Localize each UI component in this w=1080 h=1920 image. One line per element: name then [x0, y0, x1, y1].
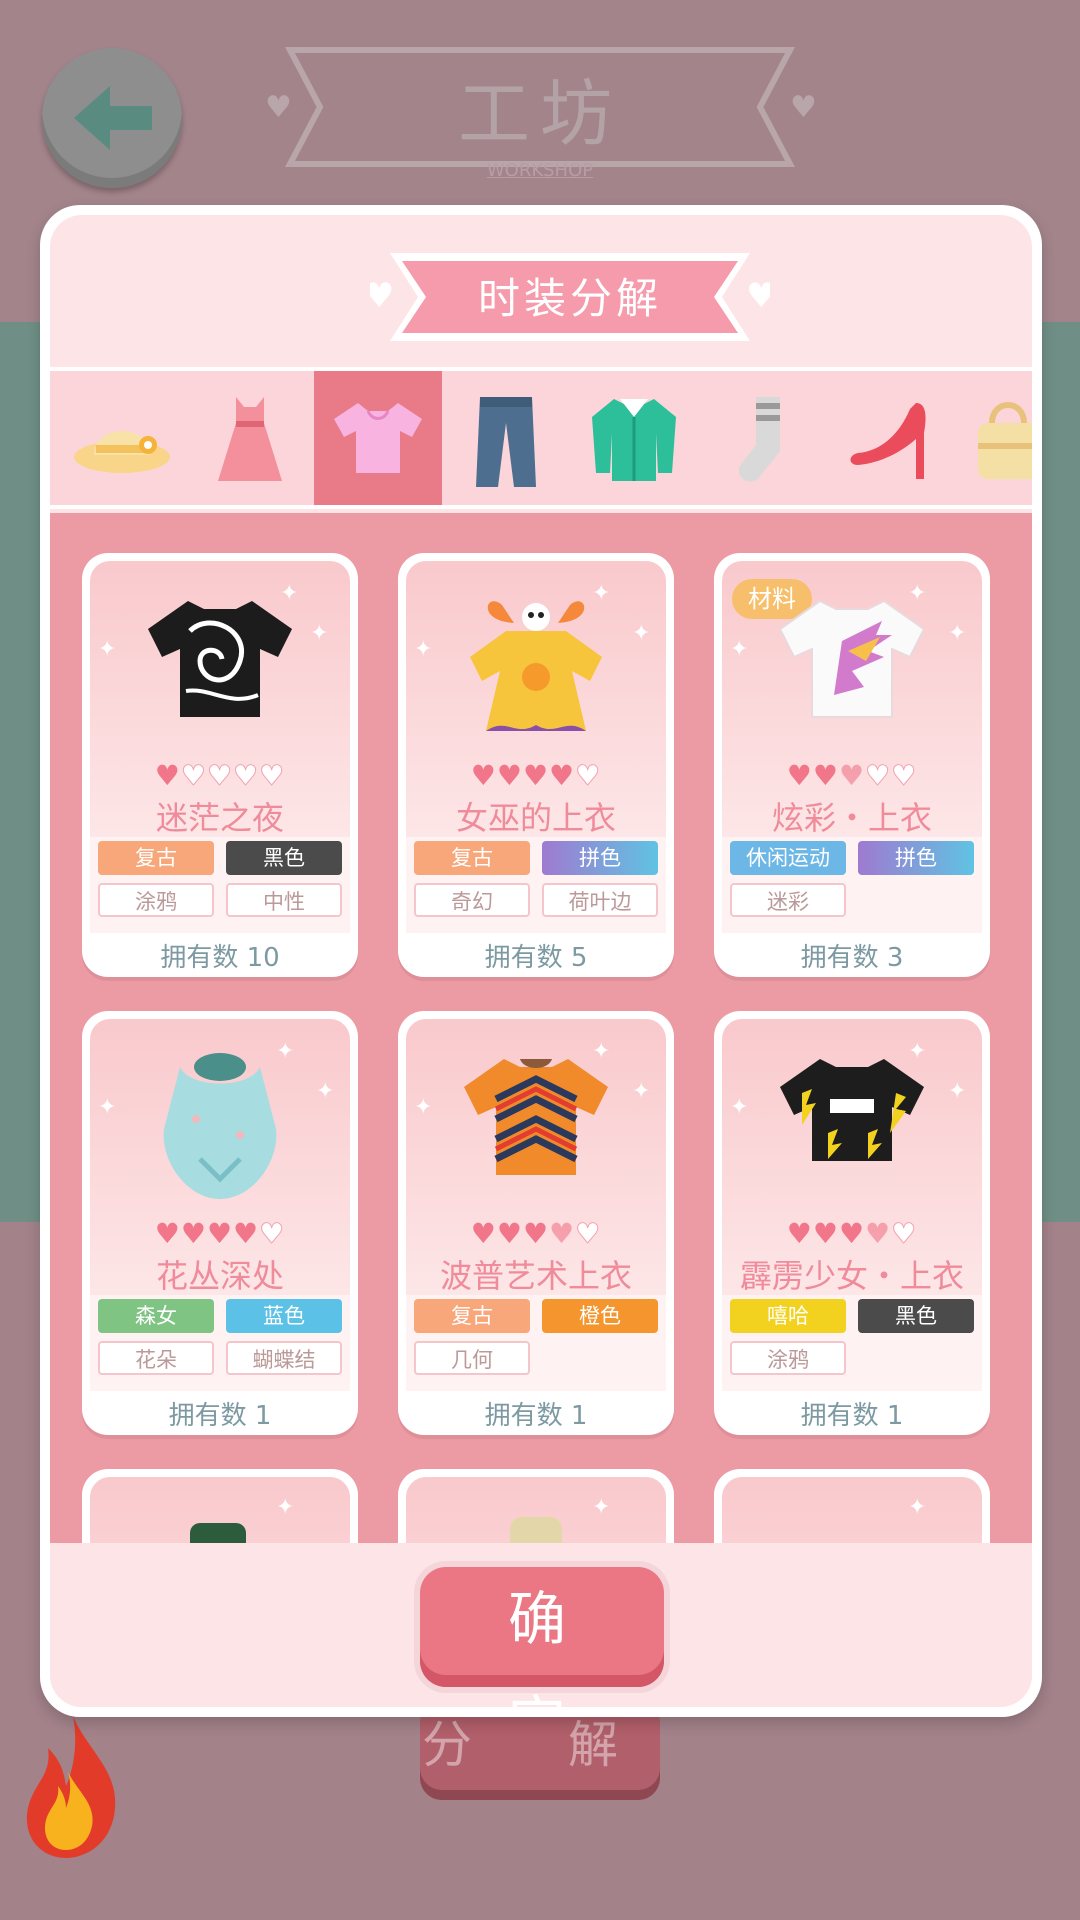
garment-image [163, 1053, 277, 1199]
owned-count: 拥有数 5 [484, 943, 588, 973]
tag-badge: 蝴蝶结 [226, 1341, 342, 1375]
sock-icon [738, 397, 780, 482]
tag-badge: 森女 [98, 1299, 214, 1333]
rating-hearts: ♥♥♥♥♥ [154, 759, 286, 793]
confirm-button[interactable]: 确 定 [420, 1567, 664, 1707]
tab-shoes[interactable] [826, 371, 954, 505]
tab-top[interactable] [314, 371, 442, 505]
tag-badge: 蓝色 [226, 1299, 342, 1333]
tag-badge: 橙色 [542, 1299, 658, 1333]
tag-badge: 拼色 [858, 841, 974, 875]
rating-hearts: ♥♥♥♥♥ [154, 1217, 286, 1251]
tag-badge: 花朵 [98, 1341, 214, 1375]
item-card[interactable]: ✦ ✦ ✦ ♥♥♥♥♥ 女巫的上衣 复古 拼色 奇幻 荷叶边 拥有数 5 [398, 553, 674, 977]
rating-hearts: ♥♥♥♥♥ [470, 759, 602, 793]
tab-dress[interactable] [186, 371, 314, 505]
item-image-area: ✦ ✦ ✦ ♥♥♥♥♥ 波普艺术上衣 [406, 1019, 666, 1295]
item-tags: 休闲运动 拼色 迷彩 [722, 837, 982, 933]
owned-count: 拥有数 1 [800, 1401, 904, 1431]
item-card[interactable]: ✦ ✦ ✦ ♥♥♥♥♥ 迷茫之夜 复古 黑色 涂鸦 中性 拥有数 10 [82, 553, 358, 977]
garment-image [464, 1059, 608, 1175]
owned-count: 拥有数 1 [168, 1401, 272, 1431]
item-image-area: ✦ [722, 1477, 982, 1543]
confirm-button-label: 确 定 [507, 1585, 616, 1707]
item-name: 炫彩・上衣 [771, 799, 932, 837]
dress-icon [218, 397, 282, 481]
coat-icon [592, 399, 676, 481]
tag-badge: 中性 [226, 883, 342, 917]
item-image-area: ✦ ✦ ✦ ♥♥♥♥♥ 女巫的上衣 [406, 561, 666, 837]
garment-image [780, 1059, 924, 1161]
item-card-partial[interactable]: ✦ [398, 1469, 674, 1543]
flame-icon [26, 1716, 116, 1858]
workshop-title: 工坊 [457, 72, 622, 156]
tag-badge: 拼色 [542, 841, 658, 875]
item-name: 霹雳少女・上衣 [739, 1257, 964, 1295]
tag-badge: 荷叶边 [542, 883, 658, 917]
item-image-area: 材料 ✦ ✦ ✦ ♥♥♥♥♥ 炫彩・上衣 [722, 561, 982, 837]
tag-badge: 涂鸦 [98, 883, 214, 917]
tab-coat[interactable] [570, 371, 698, 505]
tab-pants[interactable] [442, 371, 570, 505]
bag-icon [978, 402, 1032, 479]
tab-bag[interactable] [954, 371, 1032, 505]
owned-count: 拥有数 10 [160, 943, 280, 973]
item-name: 波普艺术上衣 [439, 1257, 632, 1295]
item-card[interactable]: 材料 ✦ ✦ ✦ ♥♥♥♥♥ 炫彩・上衣 休闲运动 拼色 迷彩 拥有数 3 [714, 553, 990, 977]
item-card[interactable]: ✦ ✦ ✦ ♥♥♥♥♥ 波普艺术上衣 复古 橙色 几何 拥有数 1 [398, 1011, 674, 1435]
rating-hearts: ♥♥♥♥♥ [786, 1217, 918, 1251]
fashion-decompose-dialog: ♥ ♥ 时装分解 ✦ ✦ ✦ ♥♥♥♥♥ 迷茫之夜 复古 黑色 涂鸦 中性 拥有… [40, 205, 1042, 1717]
tag-badge: 复古 [414, 841, 530, 875]
item-name: 女巫的上衣 [455, 799, 616, 837]
item-image-area: ✦ ✦ ✦ ♥♥♥♥♥ 霹雳少女・上衣 [722, 1019, 982, 1295]
tag-badge: 迷彩 [730, 883, 846, 917]
garment-image [778, 599, 926, 718]
item-image-area: ✦ ✦ ✦ ♥♥♥♥♥ 迷茫之夜 [90, 561, 350, 837]
item-image-area: ✦ ✦ ✦ ♥♥♥♥♥ 花丛深处 [90, 1019, 350, 1295]
item-tags: 复古 拼色 奇幻 荷叶边 [406, 837, 666, 933]
pants-icon [476, 397, 536, 487]
tag-badge: 嘻哈 [730, 1299, 846, 1333]
dialog-body: ♥ ♥ 时装分解 ✦ ✦ ✦ ♥♥♥♥♥ 迷茫之夜 复古 黑色 涂鸦 中性 拥有… [50, 215, 1032, 1707]
rating-hearts: ♥♥♥♥♥ [470, 1217, 602, 1251]
tag-badge: 黑色 [858, 1299, 974, 1333]
workshop-subtitle: WORKSHOP [486, 160, 594, 181]
garment-image [470, 601, 602, 731]
category-tabs [50, 367, 1032, 509]
tag-badge: 复古 [414, 1299, 530, 1333]
tag-badge: 几何 [414, 1341, 530, 1375]
item-grid[interactable]: ✦ ✦ ✦ ♥♥♥♥♥ 迷茫之夜 复古 黑色 涂鸦 中性 拥有数 10 ✦ ✦ … [50, 513, 1032, 1543]
item-card-partial[interactable]: ✦ [82, 1469, 358, 1543]
heel-shoe-icon [850, 403, 926, 479]
item-tags: 嘻哈 黑色 涂鸦 [722, 1295, 982, 1391]
item-image-area: ✦ [406, 1477, 666, 1543]
garment-image [148, 601, 292, 717]
tag-badge: 奇幻 [414, 883, 530, 917]
item-name: 迷茫之夜 [155, 799, 284, 837]
tab-hat[interactable] [58, 371, 186, 505]
item-card[interactable]: ✦ ✦ ✦ ♥♥♥♥♥ 霹雳少女・上衣 嘻哈 黑色 涂鸦 拥有数 1 [714, 1011, 990, 1435]
tag-badge: 黑色 [226, 841, 342, 875]
tag-badge: 复古 [98, 841, 214, 875]
item-tags: 森女 蓝色 花朵 蝴蝶结 [90, 1295, 350, 1391]
rating-hearts: ♥♥♥♥♥ [786, 759, 918, 793]
item-card-partial[interactable]: ✦ [714, 1469, 990, 1543]
owned-count: 拥有数 3 [800, 943, 904, 973]
tag-badge: 休闲运动 [730, 841, 846, 875]
hat-icon [74, 431, 170, 473]
tab-socks[interactable] [698, 371, 826, 505]
owned-count: 拥有数 1 [484, 1401, 588, 1431]
top-icon [334, 403, 422, 473]
item-card[interactable]: ✦ ✦ ✦ ♥♥♥♥♥ 花丛深处 森女 蓝色 花朵 蝴蝶结 拥有数 1 [82, 1011, 358, 1435]
item-name: 花丛深处 [155, 1257, 284, 1295]
tag-badge: 涂鸦 [730, 1341, 846, 1375]
item-tags: 复古 橙色 几何 [406, 1295, 666, 1391]
item-image-area: ✦ [90, 1477, 350, 1543]
dialog-title: 时装分解 [477, 274, 662, 323]
item-tags: 复古 黑色 涂鸦 中性 [90, 837, 350, 933]
